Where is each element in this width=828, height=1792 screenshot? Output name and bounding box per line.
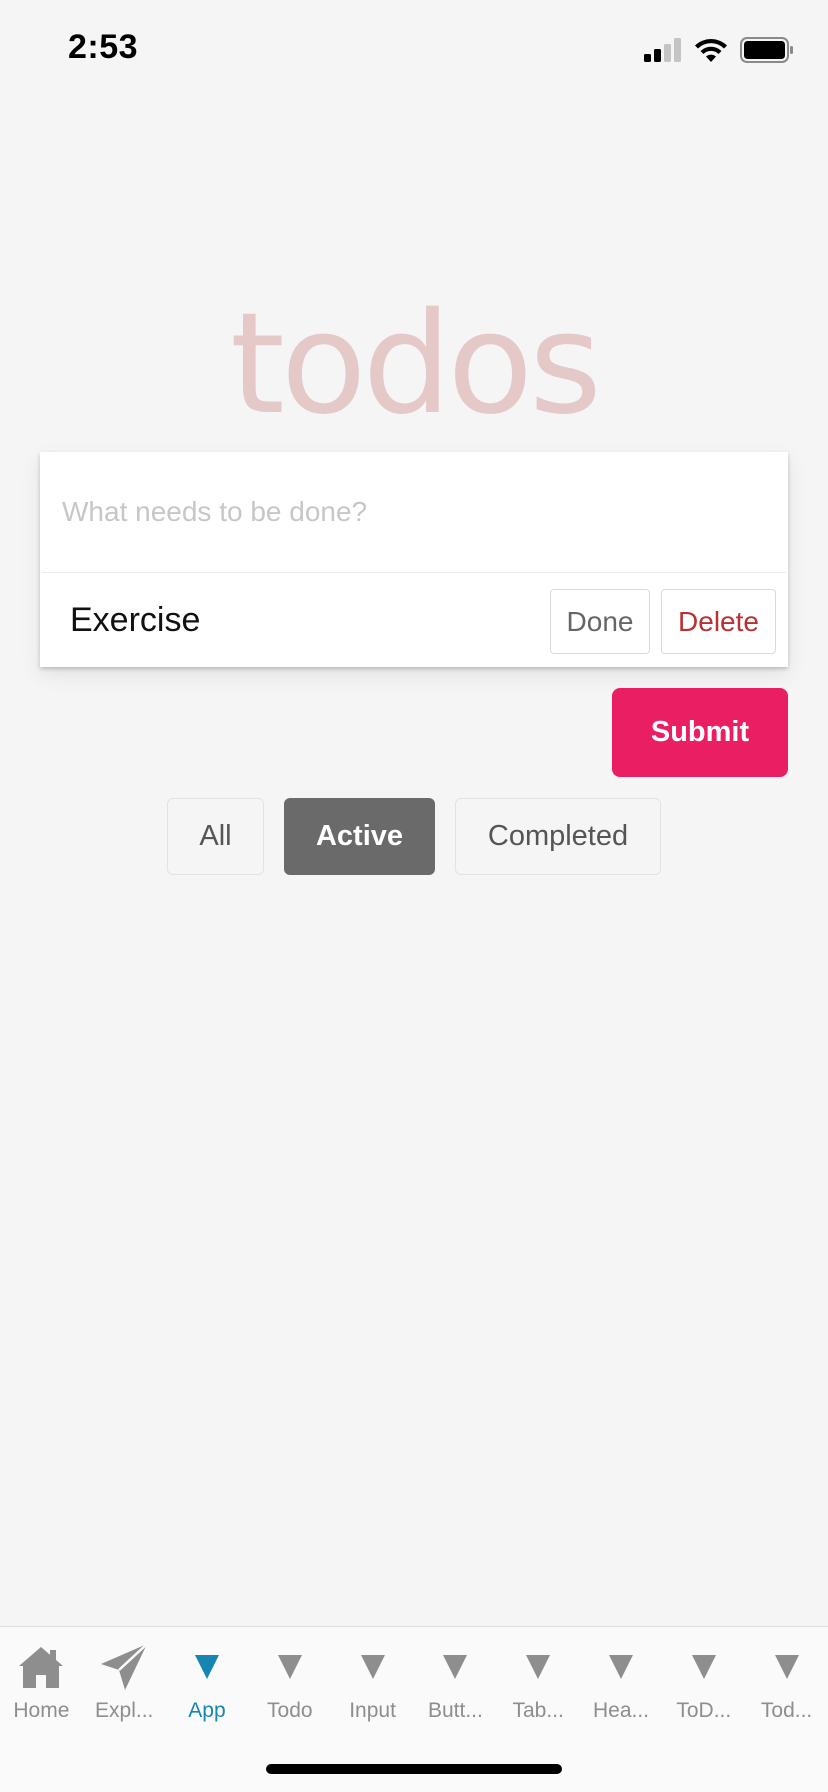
triangle-down-icon (359, 1641, 387, 1693)
status-bar: 2:53 (0, 0, 828, 100)
wifi-icon (694, 37, 728, 63)
tab-label: Tod... (760, 1699, 813, 1722)
filter-all-button[interactable]: All (167, 798, 264, 875)
tab-header[interactable]: Hea... (580, 1641, 663, 1737)
tab-label: App (188, 1699, 226, 1722)
tab-todo[interactable]: Todo (248, 1641, 331, 1737)
triangle-down-icon (193, 1641, 221, 1693)
tab-button[interactable]: Butt... (414, 1641, 497, 1737)
new-todo-input[interactable] (40, 452, 788, 572)
status-icons (644, 36, 794, 64)
tab-app[interactable]: App (166, 1641, 249, 1737)
tab-label: Input (349, 1699, 396, 1722)
paper-plane-icon (99, 1641, 149, 1693)
tab-label: Tab... (512, 1699, 564, 1722)
done-button[interactable]: Done (550, 589, 650, 654)
triangle-down-icon (690, 1641, 718, 1693)
tab-tab[interactable]: Tab... (497, 1641, 580, 1737)
tab-label: Todo (267, 1699, 313, 1722)
tab-todo-item[interactable]: Tod... (745, 1641, 828, 1737)
triangle-down-icon (276, 1641, 304, 1693)
triangle-down-icon (441, 1641, 469, 1693)
todo-item-text: Exercise (70, 601, 201, 639)
app-title: todos (229, 283, 602, 446)
triangle-down-icon (607, 1641, 635, 1693)
tab-label: Expl... (95, 1699, 154, 1722)
tab-home[interactable]: Home (0, 1641, 83, 1737)
todo-card: Exercise Done Delete (40, 452, 788, 667)
delete-button[interactable]: Delete (661, 589, 776, 654)
tab-input[interactable]: Input (331, 1641, 414, 1737)
tab-todo-list[interactable]: ToD... (662, 1641, 745, 1737)
status-time: 2:53 (68, 28, 139, 66)
tab-label: Home (13, 1699, 70, 1722)
tab-explore[interactable]: Expl... (83, 1641, 166, 1737)
tab-label: Hea... (592, 1699, 649, 1722)
filter-completed-button[interactable]: Completed (455, 798, 661, 875)
home-icon (16, 1641, 66, 1693)
todo-item: Exercise Done Delete (42, 572, 786, 667)
triangle-down-icon (773, 1641, 801, 1693)
triangle-down-icon (524, 1641, 552, 1693)
tab-label: Butt... (427, 1699, 483, 1722)
tab-label: ToD... (676, 1699, 732, 1722)
filter-active-button[interactable]: Active (284, 798, 435, 875)
battery-icon (740, 37, 794, 63)
home-indicator (266, 1764, 562, 1774)
submit-button[interactable]: Submit (612, 688, 788, 777)
cellular-signal-icon (644, 38, 682, 62)
